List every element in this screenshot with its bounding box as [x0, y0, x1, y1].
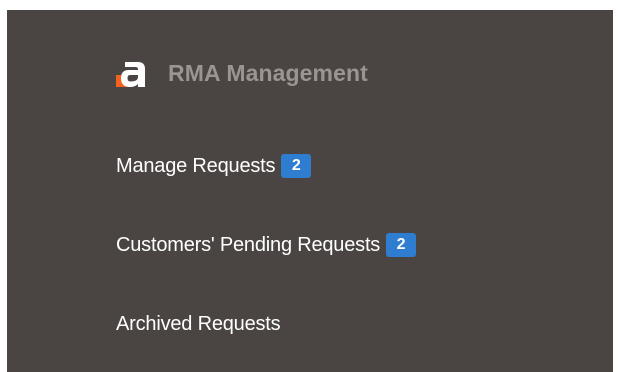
- menu-item-archived-requests[interactable]: Archived Requests: [116, 307, 281, 341]
- menu-item-customers-pending-requests[interactable]: Customers' Pending Requests 2: [116, 228, 417, 262]
- menu-item-label[interactable]: Manage Requests: [116, 155, 276, 178]
- count-badge: 2: [281, 154, 312, 178]
- menu-item-label[interactable]: Archived Requests: [116, 313, 281, 336]
- rma-menu-panel: RMA Management Manage Requests 2 Custome…: [7, 10, 613, 372]
- menu-title: RMA Management: [168, 59, 368, 86]
- count-badge: 2: [386, 233, 417, 257]
- menu-header: RMA Management: [116, 54, 368, 92]
- menu-item-label[interactable]: Customers' Pending Requests: [116, 234, 380, 257]
- orange-a-logo-icon: [116, 62, 145, 87]
- menu-item-manage-requests[interactable]: Manage Requests 2: [116, 149, 312, 183]
